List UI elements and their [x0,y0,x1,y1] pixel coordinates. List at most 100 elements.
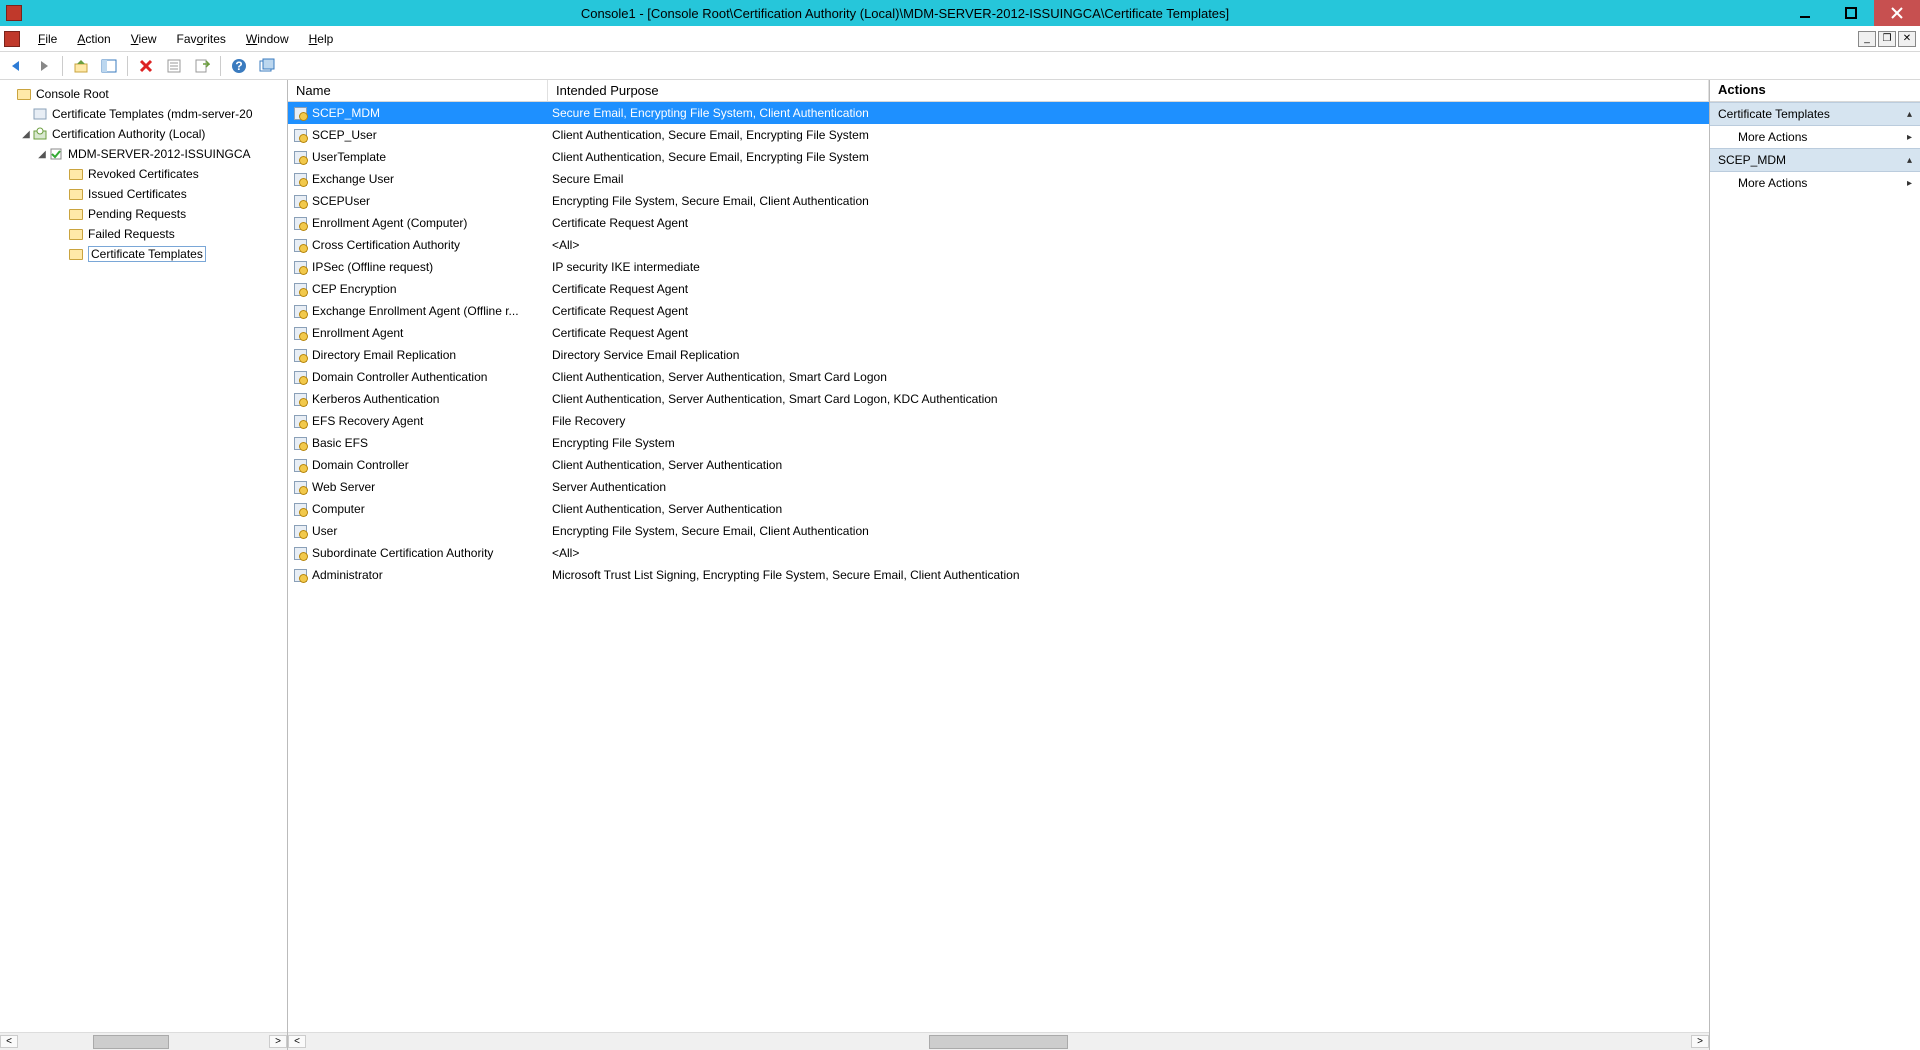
list-row[interactable]: UserTemplateClient Authentication, Secur… [288,146,1709,168]
list-horizontal-scrollbar[interactable]: < > [288,1032,1709,1050]
cell-name: Web Server [288,479,548,495]
scroll-right-button[interactable]: > [269,1035,287,1048]
submenu-icon: ▸ [1907,132,1912,143]
menu-view[interactable]: View [121,29,167,49]
column-header-purpose[interactable]: Intended Purpose [548,80,1709,101]
tree-horizontal-scrollbar[interactable]: < > [0,1032,287,1050]
scroll-left-button[interactable]: < [0,1035,18,1048]
cell-purpose: Client Authentication, Server Authentica… [548,370,1709,384]
delete-button[interactable] [134,55,158,77]
cert-template-icon [292,149,308,165]
show-hide-tree-button[interactable] [97,55,121,77]
forward-button[interactable] [32,55,56,77]
minimize-button[interactable] [1782,0,1828,26]
properties-button[interactable] [162,55,186,77]
action-more-selected[interactable]: More Actions ▸ [1710,172,1920,194]
list-row[interactable]: EFS Recovery AgentFile Recovery [288,410,1709,432]
folder-icon [68,166,84,182]
list-row[interactable]: UserEncrypting File System, Secure Email… [288,520,1709,542]
list-row[interactable]: CEP EncryptionCertificate Request Agent [288,278,1709,300]
tree-node-cert-templates-snapin[interactable]: Certificate Templates (mdm-server-20 [0,104,287,124]
cell-name: Administrator [288,567,548,583]
toolbar-separator [127,56,128,76]
tree-node-console-root[interactable]: Console Root [0,84,287,104]
cert-template-icon [32,106,48,122]
list-row[interactable]: Exchange UserSecure Email [288,168,1709,190]
collapse-icon[interactable]: ◢ [36,149,48,160]
list-row[interactable]: SCEPUserEncrypting File System, Secure E… [288,190,1709,212]
menu-help[interactable]: Help [299,29,344,49]
actions-section-templates[interactable]: Certificate Templates ▴ [1710,102,1920,126]
list-row[interactable]: Basic EFSEncrypting File System [288,432,1709,454]
list-row[interactable]: Exchange Enrollment Agent (Offline r...C… [288,300,1709,322]
cell-name: Kerberos Authentication [288,391,548,407]
menu-action[interactable]: Action [67,29,120,49]
collapse-icon[interactable]: ◢ [20,129,32,140]
cell-purpose: File Recovery [548,414,1709,428]
list-row[interactable]: Enrollment AgentCertificate Request Agen… [288,322,1709,344]
column-header-name[interactable]: Name [288,80,548,101]
mdi-restore-button[interactable]: ❐ [1878,31,1896,47]
list-row[interactable]: Subordinate Certification Authority<All> [288,542,1709,564]
export-button[interactable] [190,55,214,77]
menu-file[interactable]: File [28,29,67,49]
tree-node-revoked[interactable]: Revoked Certificates [0,164,287,184]
cell-name: Domain Controller Authentication [288,369,548,385]
tree-node-ca-local[interactable]: ◢ Certification Authority (Local) [0,124,287,144]
list-row[interactable]: SCEP_MDMSecure Email, Encrypting File Sy… [288,102,1709,124]
menu-window[interactable]: Window [236,29,299,49]
actions-section-selected[interactable]: SCEP_MDM ▴ [1710,148,1920,172]
cert-template-icon [292,193,308,209]
scroll-left-button[interactable]: < [288,1035,306,1048]
folder-icon [68,226,84,242]
cert-template-icon [292,391,308,407]
list-row[interactable]: Directory Email ReplicationDirectory Ser… [288,344,1709,366]
mdi-minimize-button[interactable]: _ [1858,31,1876,47]
cell-name: User [288,523,548,539]
cert-template-icon [292,567,308,583]
cert-template-icon [292,127,308,143]
menu-favorites[interactable]: Favorites [167,29,236,49]
cell-purpose: <All> [548,238,1709,252]
toolbar-separator [62,56,63,76]
cell-purpose: Secure Email [548,172,1709,186]
tree-node-certificate-templates[interactable]: Certificate Templates [0,244,287,264]
back-button[interactable] [4,55,28,77]
maximize-button[interactable] [1828,0,1874,26]
list-row[interactable]: AdministratorMicrosoft Trust List Signin… [288,564,1709,586]
cert-template-icon [292,457,308,473]
action-more-templates[interactable]: More Actions ▸ [1710,126,1920,148]
cert-template-icon [292,105,308,121]
list-row[interactable]: IPSec (Offline request)IP security IKE i… [288,256,1709,278]
list-row[interactable]: Domain Controller AuthenticationClient A… [288,366,1709,388]
tree-node-pending[interactable]: Pending Requests [0,204,287,224]
cert-template-icon [292,237,308,253]
up-button[interactable] [69,55,93,77]
new-window-button[interactable] [255,55,279,77]
cell-purpose: Directory Service Email Replication [548,348,1709,362]
submenu-icon: ▸ [1907,178,1912,189]
collapse-icon: ▴ [1907,155,1912,166]
list-row[interactable]: SCEP_UserClient Authentication, Secure E… [288,124,1709,146]
list-row[interactable]: Cross Certification Authority<All> [288,234,1709,256]
scroll-right-button[interactable]: > [1691,1035,1709,1048]
tree-node-server[interactable]: ◢ MDM-SERVER-2012-ISSUINGCA [0,144,287,164]
cell-purpose: Client Authentication, Secure Email, Enc… [548,128,1709,142]
cell-purpose: Client Authentication, Secure Email, Enc… [548,150,1709,164]
list-row[interactable]: Enrollment Agent (Computer)Certificate R… [288,212,1709,234]
mdi-close-button[interactable]: ✕ [1898,31,1916,47]
cert-template-icon [292,435,308,451]
toolbar: ? [0,52,1920,80]
cell-purpose: Certificate Request Agent [548,304,1709,318]
list-row[interactable]: Web ServerServer Authentication [288,476,1709,498]
tree-node-failed[interactable]: Failed Requests [0,224,287,244]
cert-template-icon [292,303,308,319]
list-row[interactable]: ComputerClient Authentication, Server Au… [288,498,1709,520]
list-header: Name Intended Purpose [288,80,1709,102]
tree-node-issued[interactable]: Issued Certificates [0,184,287,204]
help-button[interactable]: ? [227,55,251,77]
list-row[interactable]: Kerberos AuthenticationClient Authentica… [288,388,1709,410]
close-button[interactable] [1874,0,1920,26]
list-row[interactable]: Domain ControllerClient Authentication, … [288,454,1709,476]
cert-template-icon [292,347,308,363]
